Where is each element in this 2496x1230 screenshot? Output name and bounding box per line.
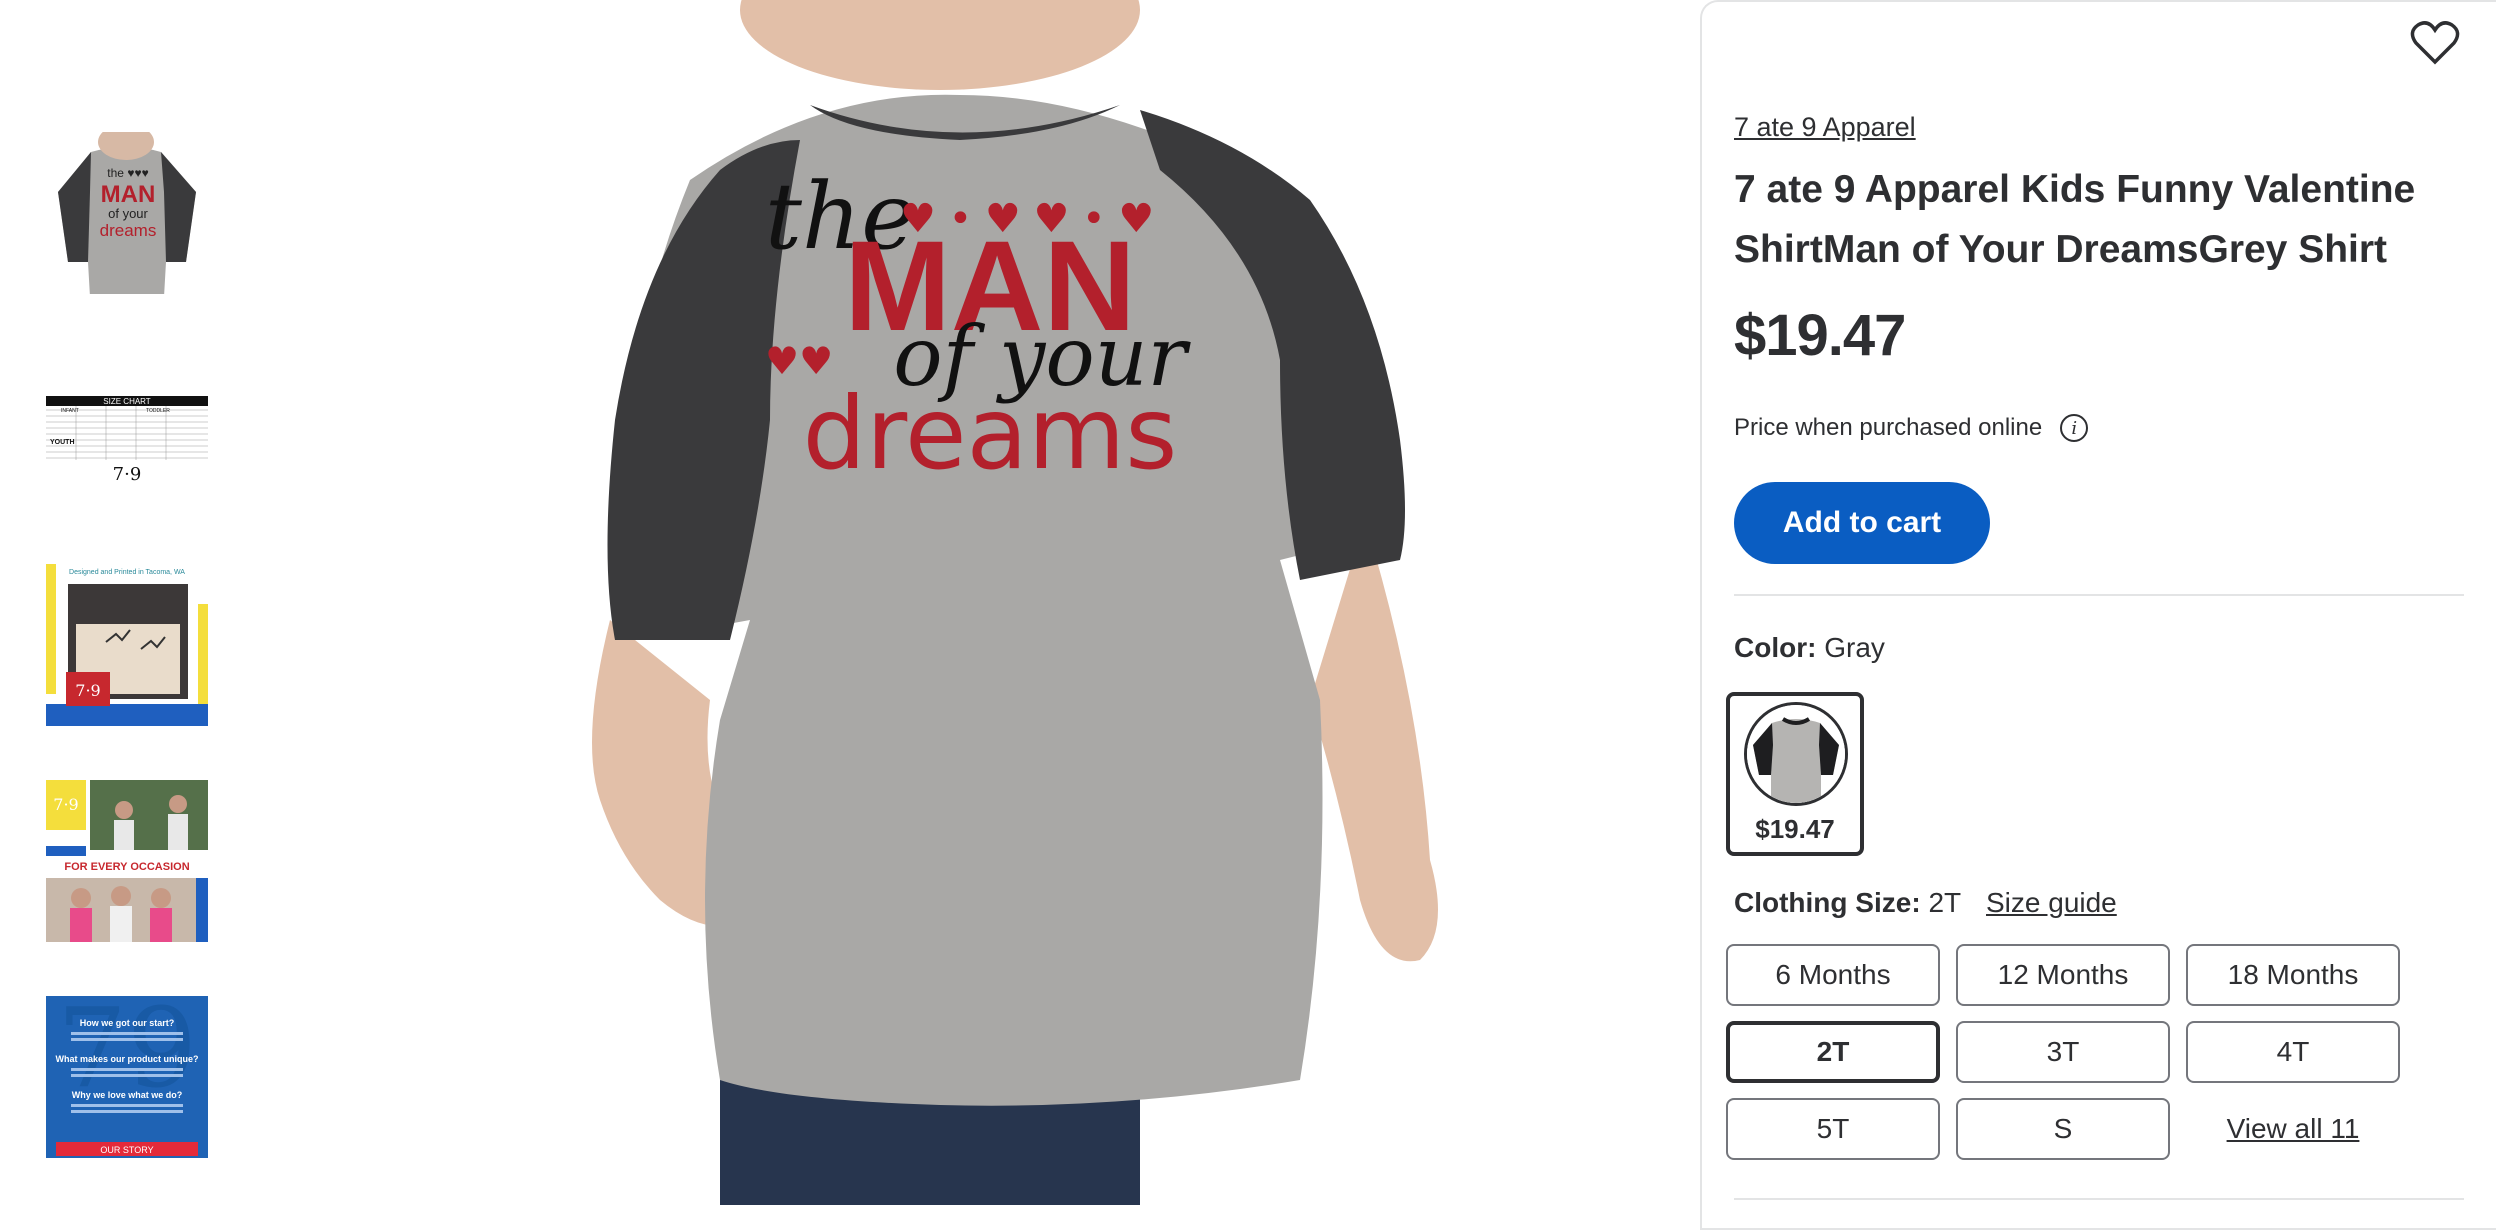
svg-text:7·9: 7·9: [75, 681, 100, 700]
view-all-sizes-link[interactable]: View all 11: [2186, 1098, 2400, 1160]
divider: [1734, 594, 2464, 596]
svg-text:INFANT: INFANT: [61, 408, 79, 414]
svg-text:dreams: dreams: [100, 221, 157, 240]
favorite-heart-icon[interactable]: [2410, 20, 2460, 66]
size-option-12-months[interactable]: 12 Months: [1956, 944, 2170, 1006]
size-label: Clothing Size: 2T: [1734, 887, 1961, 919]
svg-text:Why we love what we do?: Why we love what we do?: [72, 1090, 183, 1100]
price-note-text: Price when purchased online: [1734, 414, 2043, 441]
thumbnail-our-story[interactable]: 79 How we got our start? What makes our …: [46, 996, 208, 1158]
color-label-key: Color:: [1734, 632, 1817, 663]
svg-text:OUR STORY: OUR STORY: [100, 1145, 153, 1155]
add-to-cart-button[interactable]: Add to cart: [1734, 482, 1990, 564]
price-note: Price when purchased online i: [1734, 414, 2089, 442]
svg-text:MAN: MAN: [101, 181, 156, 208]
size-option-3t[interactable]: 3T: [1956, 1021, 2170, 1083]
thumbnail-for-every-occasion[interactable]: 7·9 FOR EVERY OCCASION: [46, 780, 208, 942]
size-option-6-months[interactable]: 6 Months: [1726, 944, 1940, 1006]
shirt-print-dreams: dreams: [803, 375, 1178, 492]
size-value: 2T: [1928, 887, 1962, 918]
thumbnail-designed-in-tacoma[interactable]: Designed and Printed in Tacoma, WA 7·9: [46, 564, 208, 726]
swatch-price: $19.47: [1755, 814, 1835, 844]
svg-text:Designed and Printed in Tacoma: Designed and Printed in Tacoma, WA: [69, 569, 185, 576]
swatch-shirt-image: [1744, 702, 1848, 806]
thumbnail-shirt-front[interactable]: the ♥♥♥ MAN of your dreams: [46, 132, 208, 294]
size-option-2t[interactable]: 2T: [1726, 1021, 1940, 1083]
color-label: Color: Gray: [1734, 632, 1885, 664]
size-option-18-months[interactable]: 18 Months: [2186, 944, 2400, 1006]
svg-text:What makes our product unique?: What makes our product unique?: [55, 1054, 198, 1064]
size-option-5t[interactable]: 5T: [1726, 1098, 1940, 1160]
svg-text:How we got our start?: How we got our start?: [80, 1018, 175, 1028]
svg-text:YOUTH: YOUTH: [50, 439, 75, 446]
size-label-key: Clothing Size:: [1734, 887, 1921, 918]
svg-text:of your: of your: [108, 206, 148, 221]
product-price: $19.47: [1734, 303, 1906, 368]
svg-text:FOR EVERY OCCASION: FOR EVERY OCCASION: [64, 861, 189, 873]
color-value: Gray: [1824, 632, 1885, 663]
size-guide-link[interactable]: Size guide: [1986, 887, 2117, 919]
divider: [1734, 1198, 2464, 1200]
color-swatch-gray[interactable]: $19.47: [1726, 692, 1864, 856]
svg-text:7·9: 7·9: [113, 464, 142, 485]
svg-text:7·9: 7·9: [53, 795, 78, 814]
thumbnail-size-chart[interactable]: SIZE CHART INFANT TODDLER YOUTH 7·9: [46, 348, 208, 510]
product-title: 7 ate 9 Apparel Kids Funny Valentine Shi…: [1734, 168, 2416, 271]
brand-link[interactable]: 7 ate 9 Apparel: [1734, 112, 1916, 143]
size-option-4t[interactable]: 4T: [2186, 1021, 2400, 1083]
svg-text:SIZE CHART: SIZE CHART: [103, 397, 151, 406]
svg-text:TODDLER: TODDLER: [146, 408, 170, 414]
main-product-image[interactable]: the ♥ • ♥ ♥ • ♥ MAN ♥♥ of your dreams: [520, 0, 1480, 1205]
size-option-s[interactable]: S: [1956, 1098, 2170, 1160]
product-info-panel: 7 ate 9 Apparel 7 ate 9 Apparel Kids Fun…: [1700, 0, 2496, 1230]
info-icon[interactable]: i: [2060, 414, 2089, 442]
svg-text:the ♥♥♥: the ♥♥♥: [107, 166, 148, 180]
